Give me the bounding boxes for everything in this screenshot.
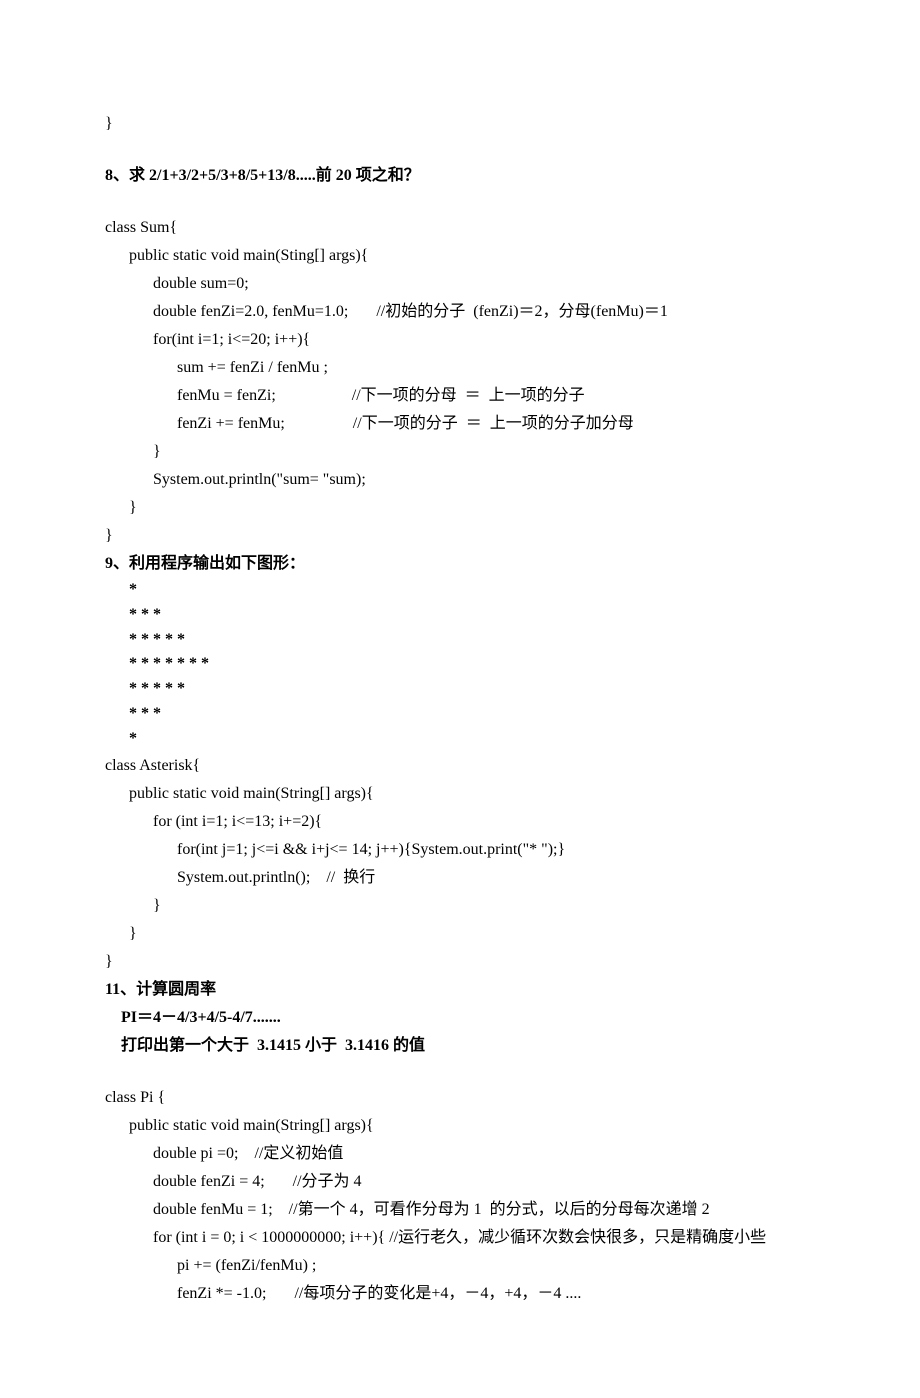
text-line: 11、计算圆周率 bbox=[105, 976, 815, 1004]
text-line: * * * bbox=[105, 702, 815, 727]
text-line: pi += (fenZi/fenMu) ; bbox=[105, 1252, 815, 1280]
text-line: for(int i=1; i<=20; i++){ bbox=[105, 326, 815, 354]
text-line: 8、求 2/1+3/2+5/3+8/5+13/8.....前 20 项之和？ bbox=[105, 162, 815, 190]
text-line: public static void main(Sting[] args){ bbox=[105, 242, 815, 270]
text-line: * * * * * bbox=[105, 628, 815, 653]
text-line: sum += fenZi / fenMu ; bbox=[105, 354, 815, 382]
text-line: double pi =0; //定义初始值 bbox=[105, 1140, 815, 1168]
text-line: class Sum{ bbox=[105, 214, 815, 242]
text-line: * bbox=[105, 727, 815, 752]
text-line: } bbox=[105, 892, 815, 920]
text-line: } bbox=[105, 920, 815, 948]
text-line: double sum=0; bbox=[105, 270, 815, 298]
text-line: for (int i=1; i<=13; i+=2){ bbox=[105, 808, 815, 836]
text-line: public static void main(String[] args){ bbox=[105, 780, 815, 808]
text-line: for(int j=1; j<=i && i+j<= 14; j++){Syst… bbox=[105, 836, 815, 864]
text-line: fenZi *= -1.0; //每项分子的变化是+4，－4，+4，－4 ...… bbox=[105, 1280, 815, 1308]
text-line: } bbox=[105, 110, 815, 138]
text-line: 打印出第一个大于 3.1415 小于 3.1416 的值 bbox=[105, 1032, 815, 1060]
text-line: } bbox=[105, 438, 815, 466]
text-line: double fenZi = 4; //分子为 4 bbox=[105, 1168, 815, 1196]
blank-line bbox=[105, 1060, 815, 1084]
text-line: * * * * * * * bbox=[105, 652, 815, 677]
text-line: } bbox=[105, 522, 815, 550]
text-line: PI＝4－4/3+4/5-4/7....... bbox=[105, 1004, 815, 1032]
text-line: System.out.println(); // 换行 bbox=[105, 864, 815, 892]
text-line: * * * bbox=[105, 603, 815, 628]
blank-line bbox=[105, 138, 815, 162]
text-line: public static void main(String[] args){ bbox=[105, 1112, 815, 1140]
text-line: 9、利用程序输出如下图形： bbox=[105, 550, 815, 578]
text-line: double fenMu = 1; //第一个 4，可看作分母为 1 的分式，以… bbox=[105, 1196, 815, 1224]
text-line: double fenZi=2.0, fenMu=1.0; //初始的分子 (fe… bbox=[105, 298, 815, 326]
text-line: class Asterisk{ bbox=[105, 752, 815, 780]
text-line: fenMu = fenZi; //下一项的分母 ＝ 上一项的分子 bbox=[105, 382, 815, 410]
text-line: fenZi += fenMu; //下一项的分子 ＝ 上一项的分子加分母 bbox=[105, 410, 815, 438]
text-line: * * * * * bbox=[105, 677, 815, 702]
document-page: } 8、求 2/1+3/2+5/3+8/5+13/8.....前 20 项之和？ c… bbox=[0, 0, 920, 1398]
text-line: * bbox=[105, 578, 815, 603]
text-line: for (int i = 0; i < 1000000000; i++){ //… bbox=[105, 1224, 815, 1252]
blank-line bbox=[105, 190, 815, 214]
text-line: class Pi { bbox=[105, 1084, 815, 1112]
text-line: } bbox=[105, 494, 815, 522]
text-line: System.out.println("sum= "sum); bbox=[105, 466, 815, 494]
text-line: } bbox=[105, 948, 815, 976]
